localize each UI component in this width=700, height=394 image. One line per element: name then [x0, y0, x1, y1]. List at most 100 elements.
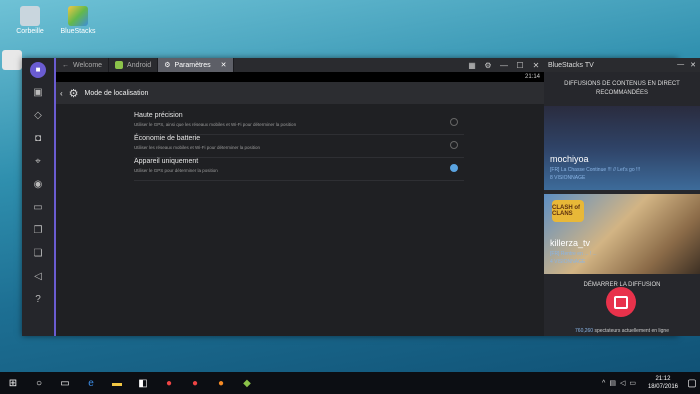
option-title: Économie de batterie: [134, 135, 201, 142]
close-button[interactable]: ✕: [528, 58, 544, 72]
volume-icon[interactable]: ◁: [620, 379, 625, 387]
option-subtitle: Utiliser les réseaux mobiles et Wi-Fi po…: [134, 145, 261, 150]
rotate-button[interactable]: ◇: [22, 104, 54, 127]
tv-toggle-button[interactable]: ■: [22, 58, 54, 81]
android-screen: 21:14 ‹ ⚙ Mode de localisation Haute pré…: [56, 72, 544, 336]
firefox-button[interactable]: ●: [208, 372, 234, 394]
notification-icon: ▢: [687, 377, 697, 389]
chrome-button[interactable]: ●: [156, 372, 182, 394]
folder-button[interactable]: ▭: [22, 196, 54, 219]
stream-description: [FR] Rentre en ... ! ...: [550, 251, 597, 257]
start-stream-button[interactable]: [606, 287, 636, 317]
start-button[interactable]: ⊞: [0, 372, 26, 394]
location-option-battery-saving[interactable]: Économie de batterie Utiliser les réseau…: [134, 135, 464, 158]
chrome-icon: ●: [191, 377, 199, 389]
copy-button[interactable]: ❐: [22, 219, 54, 242]
system-tray: ^ ▤ ◁ ▭: [602, 379, 642, 388]
taskbar-clock[interactable]: 21:12 18/07/2016: [642, 375, 684, 391]
tab-android[interactable]: Android: [109, 58, 159, 72]
tab-settings[interactable]: ⚙ Paramètres ✕: [158, 58, 234, 72]
explorer-button[interactable]: ▬: [104, 372, 130, 394]
network-button[interactable]: ▦: [464, 58, 480, 72]
paste-icon: ❏: [33, 248, 43, 259]
clock-time: 21:12: [655, 376, 671, 382]
camera-icon: ◘: [34, 133, 42, 144]
tab-welcome[interactable]: ← Welcome: [56, 58, 110, 72]
radio-button[interactable]: [450, 141, 458, 149]
windows-logo-icon: ⊞: [8, 377, 18, 389]
bluestacks-icon: ◆: [243, 377, 251, 389]
copy-icon: ❐: [33, 225, 43, 236]
paste-button[interactable]: ❏: [22, 242, 54, 265]
screenshot-button[interactable]: ◘: [22, 127, 54, 150]
folder-icon: ▬: [112, 377, 122, 389]
radio-button-selected[interactable]: [450, 164, 458, 172]
clock-date: 18/07/2016: [647, 384, 678, 390]
status-time: 21:14: [524, 74, 540, 80]
store-icon: ◧: [138, 377, 148, 389]
gear-icon: ⚙: [164, 62, 171, 69]
streamer-name: killerza_tv: [550, 238, 591, 248]
stream-description: [FR] La Chasse Continue !!! // Let's go …: [550, 167, 641, 173]
settings-button[interactable]: ⚙: [480, 58, 496, 72]
tv-heading: DIFFUSIONS DE CONTENUS EN DIRECT RECOMMA…: [544, 72, 700, 106]
speaker-icon: ◁: [34, 271, 42, 282]
android-status-bar: 21:14: [56, 72, 544, 82]
close-tab-icon[interactable]: ✕: [221, 61, 227, 69]
maximize-button[interactable]: ☐: [512, 58, 528, 72]
multi-instance-button[interactable]: ▣: [22, 81, 54, 104]
location-option-device-only[interactable]: Appareil uniquement Utiliser le GPS pour…: [134, 158, 464, 181]
close-icon: ✕: [532, 60, 540, 70]
tab-label: Welcome: [73, 61, 103, 69]
bluestacks-window: ■ ▣ ◇ ◘ ⌖ ◉ ▭ ❐ ❏ ◁ ? ← Welcome Android …: [22, 58, 700, 336]
windows-icon: ▣: [33, 87, 43, 98]
minimize-icon: —: [500, 60, 508, 70]
tv-heading-line1: DIFFUSIONS DE CONTENUS EN DIRECT: [564, 81, 680, 87]
help-icon: ?: [35, 294, 41, 305]
notifications-button[interactable]: ▢: [684, 372, 700, 394]
windows-taskbar: ⊞ ○ ▭ e ▬ ◧ ● ● ● ◆ ^ ▤ ◁ ▭ 21:12 18/07/…: [0, 372, 700, 394]
tv-title: BlueStacks TV: [548, 61, 594, 69]
search-circle-icon: ○: [35, 377, 43, 389]
desktop-icon-bluestacks[interactable]: BlueStacks: [48, 6, 108, 35]
viewers-online: 760,260 spectateurs actuellement en lign…: [544, 328, 700, 334]
viewers-text: spectateurs actuellement en ligne: [594, 328, 669, 334]
radio-button[interactable]: [450, 118, 458, 126]
apk-button[interactable]: ◉: [22, 173, 54, 196]
location-option-high-accuracy[interactable]: Haute précision Utiliser le GPS, ainsi q…: [134, 112, 464, 135]
bluestacks-tv-panel: BlueStacks TV — ✕ DIFFUSIONS DE CONTENUS…: [544, 58, 700, 336]
chevron-up-icon[interactable]: ^: [602, 380, 605, 387]
recycle-bin-icon: [20, 6, 40, 26]
settings-action-bar: ‹ ⚙ Mode de localisation: [56, 82, 544, 104]
streamer-name: mochiyoa: [550, 154, 589, 164]
video-camera-icon: [614, 295, 628, 309]
keyboard-icon[interactable]: ▭: [629, 379, 636, 387]
desktop-icon-label: Corbeille: [16, 28, 44, 35]
desktop-edge-labels: [0, 110, 2, 117]
stream-card[interactable]: mochiyoa [FR] La Chasse Continue !!! // …: [544, 106, 700, 190]
network-icon: ▦: [468, 60, 476, 70]
location-button[interactable]: ⌖: [22, 150, 54, 173]
minimize-button[interactable]: —: [496, 58, 512, 72]
store-button[interactable]: ◧: [130, 372, 156, 394]
folder-icon: ▭: [33, 202, 43, 213]
option-title: Appareil uniquement: [134, 158, 199, 165]
task-view-button[interactable]: ▭: [52, 372, 78, 394]
network-icon[interactable]: ▤: [609, 379, 616, 387]
back-chevron-icon[interactable]: ‹: [60, 89, 63, 98]
back-arrow-icon: ←: [62, 61, 69, 69]
help-button[interactable]: ?: [22, 288, 54, 311]
chrome-icon: ●: [165, 377, 173, 389]
edge-button[interactable]: e: [78, 372, 104, 394]
close-icon[interactable]: ✕: [690, 61, 696, 69]
gear-icon: ⚙: [68, 87, 79, 100]
search-button[interactable]: ○: [26, 372, 52, 394]
minimize-icon[interactable]: —: [677, 61, 684, 69]
location-pin-icon: ⌖: [35, 156, 41, 167]
edge-icon: e: [88, 377, 94, 389]
chrome-button-2[interactable]: ●: [182, 372, 208, 394]
volume-button[interactable]: ◁: [22, 265, 54, 288]
stream-card[interactable]: CLASH of CLANS killerza_tv [FR] Rentre e…: [544, 194, 700, 274]
bluestacks-taskbar-button[interactable]: ◆: [234, 372, 260, 394]
viewers-count: 760,260: [575, 328, 594, 334]
